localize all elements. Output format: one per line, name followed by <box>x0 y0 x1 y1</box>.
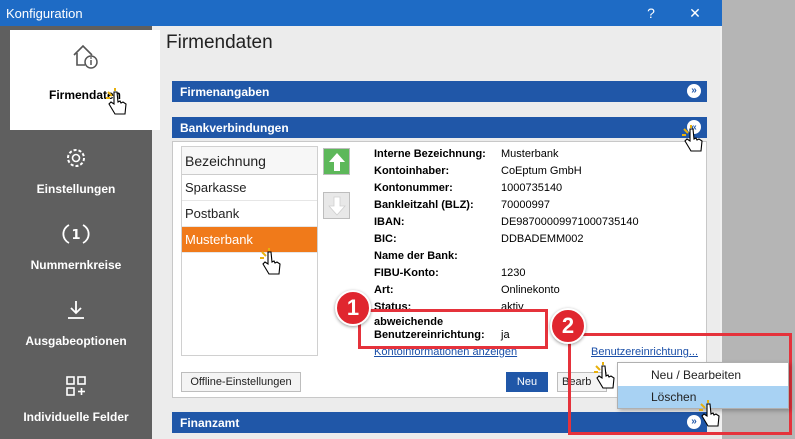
sidebar-item-individuelle-felder[interactable]: Individuelle Felder <box>0 360 152 438</box>
section-title: Firmenangaben <box>180 84 270 99</box>
section-bankverbindungen[interactable]: Bankverbindungen » <box>172 117 707 138</box>
hand-cursor-icon <box>699 400 720 427</box>
new-button[interactable]: Neu <box>506 372 548 392</box>
list-item-selected[interactable]: Musterbank <box>182 227 317 253</box>
window-title: Konfiguration <box>6 5 83 21</box>
hand-cursor-icon <box>260 248 281 275</box>
hand-cursor-icon <box>594 362 615 389</box>
step-badge-1: 1 <box>335 290 371 326</box>
sidebar-item-firmendaten[interactable]: Firmendaten <box>10 30 160 130</box>
sidebar-item-label: Ausgabeoptionen <box>25 334 127 348</box>
offline-settings-button[interactable]: Offline-Einstellungen <box>181 372 301 392</box>
menu-item-neu-bearbeiten[interactable]: Neu / Bearbeiten <box>618 364 788 386</box>
arrow-down-icon <box>327 196 346 216</box>
hand-cursor-icon <box>682 125 703 152</box>
sidebar-item-label: Firmendaten <box>48 88 121 102</box>
bank-list: Bezeichnung Sparkasse Postbank Musterban… <box>181 146 318 356</box>
svg-text:1: 1 <box>71 228 80 243</box>
download-icon <box>0 292 152 328</box>
step-badge-2: 2 <box>550 308 586 344</box>
section-title: Bankverbindungen <box>180 120 289 135</box>
move-up-button[interactable] <box>323 148 350 175</box>
sidebar-item-ausgabeoptionen[interactable]: Ausgabeoptionen <box>0 284 152 362</box>
grid-plus-icon <box>0 368 152 404</box>
move-down-button[interactable] <box>323 192 350 219</box>
number-cycle-icon: 1 <box>0 216 152 252</box>
bank-list-header: Bezeichnung <box>182 147 317 175</box>
highlight-box-1 <box>358 309 548 349</box>
chevron-down-icon[interactable]: » <box>687 84 701 98</box>
help-button[interactable]: ? <box>634 0 668 26</box>
sidebar-item-label: Nummernkreise <box>30 258 122 272</box>
section-firmenangaben[interactable]: Firmenangaben » <box>172 81 707 102</box>
sidebar-item-einstellungen[interactable]: Einstellungen <box>0 132 152 210</box>
arrow-up-icon <box>328 152 345 171</box>
page-title: Firmendaten <box>166 32 273 53</box>
hand-cursor-icon <box>106 88 127 115</box>
house-info-icon <box>10 38 160 74</box>
sidebar-item-label: Einstellungen <box>36 182 116 196</box>
list-item[interactable]: Postbank <box>182 201 317 227</box>
sidebar-item-nummernkreise[interactable]: 1 Nummernkreise <box>0 208 152 286</box>
gear-icon <box>0 140 152 176</box>
list-item[interactable]: Sparkasse <box>182 175 317 201</box>
sidebar-item-label: Individuelle Felder <box>23 410 129 424</box>
close-button[interactable]: ✕ <box>678 0 712 26</box>
window-titlebar: Konfiguration <box>0 0 722 26</box>
section-title: Finanzamt <box>180 415 240 430</box>
